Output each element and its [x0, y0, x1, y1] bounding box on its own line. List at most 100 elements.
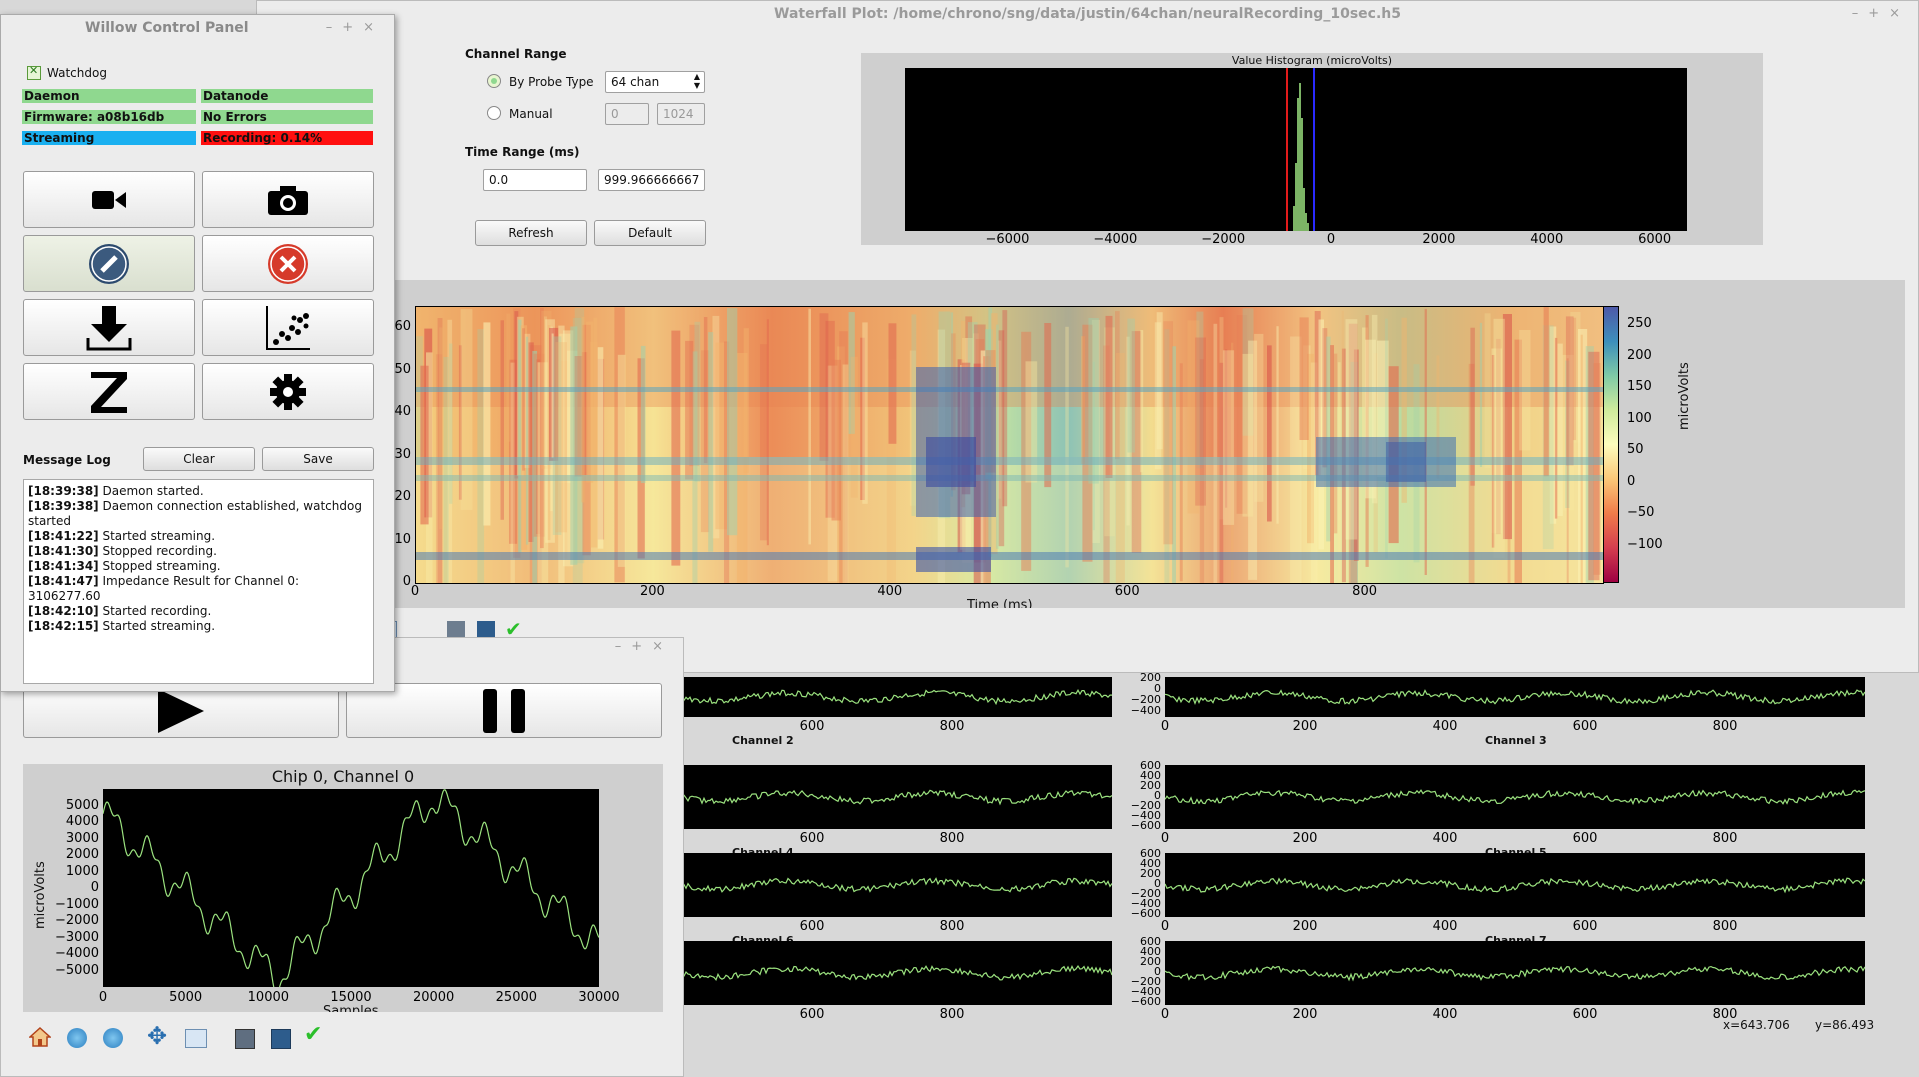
log-timestamp: [18:39:38]	[28, 484, 99, 498]
channel-xtick: 600	[1572, 831, 1598, 846]
probe-type-select[interactable]: 64 chan ▲ ▼	[605, 71, 705, 93]
heatmap-streak	[1222, 350, 1235, 525]
window-controls[interactable]: –+×	[1852, 1, 1910, 27]
manual-min-input[interactable]: 0	[605, 103, 649, 125]
heatmap-streak	[1479, 322, 1483, 467]
heatmap-streak	[1242, 353, 1254, 517]
zoom-icon[interactable]	[185, 1029, 207, 1048]
heatmap-streak	[1213, 323, 1218, 583]
heatmap-ytick: 30	[394, 446, 411, 462]
chip-plot-ytick: 2000	[65, 847, 99, 862]
heatmap-streak	[1267, 345, 1272, 522]
clear-log-button[interactable]: Clear	[143, 447, 255, 471]
default-button[interactable]: Default	[594, 220, 706, 246]
home-icon[interactable]	[28, 1026, 52, 1048]
save-figure-icon[interactable]	[271, 1029, 291, 1049]
heatmap-ytick: 50	[394, 361, 411, 377]
log-entry: [18:39:38] Daemon started.	[28, 484, 369, 499]
heatmap-streak	[483, 322, 491, 526]
log-entry: [18:41:22] Started streaming.	[28, 529, 369, 544]
impedance-button[interactable]	[23, 363, 195, 420]
refresh-button[interactable]: Refresh	[475, 220, 587, 246]
channel-xtick: 200	[1292, 719, 1318, 734]
log-text: Started streaming.	[98, 619, 216, 633]
histogram-svg	[1286, 68, 1315, 231]
by-probe-radio[interactable]	[487, 74, 501, 88]
stream-video-button[interactable]	[23, 171, 195, 228]
subplots-icon[interactable]	[235, 1029, 255, 1049]
chip-plot-xlabel: Samples	[323, 1004, 379, 1012]
colorbar-tick: 0	[1627, 473, 1636, 489]
forward-icon[interactable]	[103, 1028, 123, 1048]
download-button[interactable]	[23, 299, 195, 356]
scatter-plot-icon	[266, 305, 310, 350]
chip-plot-area	[102, 789, 600, 996]
channel-xtick: 800	[1712, 719, 1738, 734]
log-timestamp: [18:41:30]	[28, 544, 99, 558]
channel-plot-right	[1164, 765, 1866, 829]
chip-plot-xtick: 5000	[169, 990, 203, 1005]
heatmap-streak	[1065, 326, 1069, 568]
control-panel-window-controls[interactable]: –+×	[326, 15, 384, 41]
manual-max-input[interactable]: 1024	[657, 103, 705, 125]
chip-plot-xtick: 25000	[495, 990, 538, 1005]
check-icon: ✕	[29, 64, 39, 77]
colorbar-tick: 200	[1627, 347, 1652, 363]
channel-xtick: 600	[1572, 719, 1598, 734]
channel-ytick: −600	[1130, 995, 1161, 1008]
subplots-icon[interactable]	[447, 621, 465, 637]
channel-plot-left	[679, 853, 1113, 917]
manual-label: Manual	[509, 107, 553, 121]
z-icon	[91, 371, 127, 413]
channel-xtick: 0	[1160, 1007, 1170, 1022]
pan-icon[interactable]: ✥	[147, 1022, 167, 1050]
heatmap-xtick: 600	[1114, 584, 1140, 599]
channel-xtick: 200	[1292, 831, 1318, 846]
heatmap-streak	[760, 344, 768, 541]
chip-window-controls[interactable]: –+×	[615, 634, 673, 660]
log-timestamp: [18:42:10]	[28, 604, 99, 618]
heatmap-streak	[888, 323, 897, 444]
datanode-status: Datanode	[201, 89, 373, 103]
check-icon[interactable]: ✔	[304, 1022, 322, 1047]
heatmap-svg	[416, 307, 1603, 583]
save-log-button[interactable]: Save	[262, 447, 374, 471]
heatmap-streak	[671, 330, 681, 566]
watchdog-label: Watchdog	[47, 66, 107, 80]
log-entry: [18:42:10] Started recording.	[28, 604, 369, 619]
scatter-plot-button[interactable]	[202, 299, 374, 356]
manual-radio[interactable]	[487, 106, 501, 120]
settings-button[interactable]	[202, 363, 374, 420]
message-log-lines: [18:39:38] Daemon started. [18:39:38] Dae…	[28, 484, 369, 634]
time-max-input[interactable]: 999.966666667	[598, 169, 705, 191]
snapshot-button[interactable]	[202, 171, 374, 228]
heatmap-streak	[842, 364, 849, 583]
time-min-input[interactable]: 0.0	[483, 169, 587, 191]
message-log-label: Message Log	[23, 453, 111, 467]
save-figure-icon[interactable]	[477, 621, 495, 637]
heatmap-xtick: 400	[877, 584, 903, 599]
channel-ytick: −600	[1130, 907, 1161, 920]
message-log[interactable]: [18:39:38] Daemon started. [18:39:38] Dae…	[23, 479, 374, 684]
heatmap-streak	[1345, 319, 1358, 540]
record-button[interactable]	[23, 235, 195, 292]
channel-plot-right	[1164, 853, 1866, 917]
histogram-title: Value Histogram (microVolts)	[1231, 54, 1393, 67]
channel-xtick: 400	[1432, 1007, 1458, 1022]
channel-plot-left	[679, 941, 1113, 1005]
back-icon[interactable]	[67, 1028, 87, 1048]
colorbar-tick: 250	[1627, 316, 1652, 331]
channel-xtick: 800	[939, 1007, 965, 1022]
heatmap-streak	[808, 308, 811, 545]
log-text: Stopped streaming.	[98, 559, 221, 573]
histogram-xtick: 6000	[1638, 232, 1672, 247]
watchdog-checkbox[interactable]: ✕	[27, 64, 41, 80]
colorbar-tick: −50	[1627, 505, 1655, 520]
log-text: Stopped recording.	[98, 544, 217, 558]
stop-button[interactable]	[202, 235, 374, 292]
chip-plot-xtick: 10000	[247, 990, 290, 1005]
channel-xtick: 600	[799, 719, 825, 734]
channel-xtick: 0	[1160, 719, 1170, 734]
heatmap-streak	[766, 319, 769, 546]
heatmap-ytick: 10	[394, 531, 411, 547]
